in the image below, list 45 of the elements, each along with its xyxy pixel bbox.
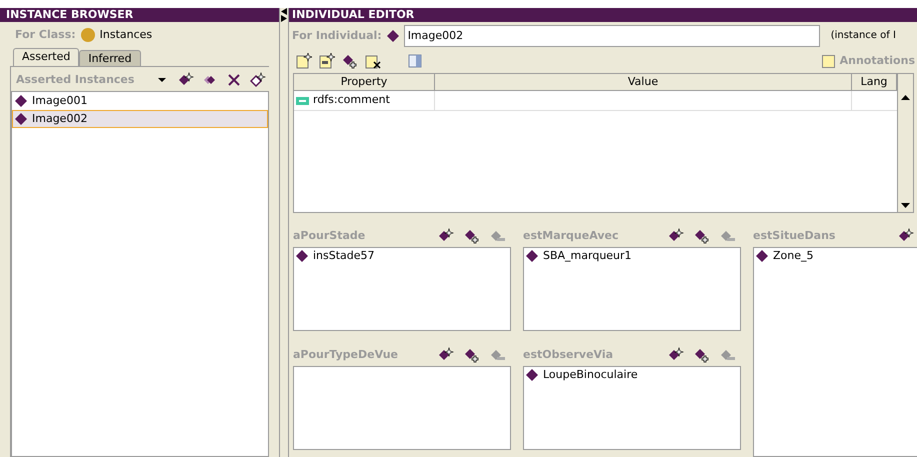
column-header[interactable]: Property: [294, 74, 435, 90]
scrollbar[interactable]: [897, 74, 913, 212]
property-label: estObserveVia: [523, 346, 614, 363]
class-icon: [80, 28, 95, 42]
value-item[interactable]: LoupeBinoculaire: [543, 366, 638, 384]
property-label: aPourTypeDeVue: [293, 346, 400, 363]
note-icon: [822, 54, 835, 68]
instance-of-text: (instance of I: [830, 29, 897, 44]
individual-icon: [526, 369, 538, 381]
for-individual-label: For Individual:: [292, 28, 382, 44]
instance-item[interactable]: Image002: [12, 110, 268, 128]
individual-name-field[interactable]: Image002: [404, 24, 820, 47]
individual-icon: [15, 95, 27, 107]
property-label: estMarqueAvec: [523, 228, 620, 244]
table-cell-text: rdfs:comment: [313, 92, 390, 108]
columns-icon[interactable]: [406, 52, 424, 70]
individual-icon: [526, 250, 538, 262]
column-header[interactable]: Value: [435, 74, 852, 90]
individual-icon: [386, 30, 399, 42]
add-value-icon[interactable]: [463, 346, 481, 364]
class-name: Instances: [100, 26, 152, 43]
list-title: Asserted Instances: [16, 72, 136, 88]
panel-title: INDIVIDUAL EDITOR: [289, 8, 917, 22]
tab[interactable]: Asserted: [13, 48, 80, 66]
individual-icon: [15, 113, 27, 125]
value-item[interactable]: SBA_marqueur1: [543, 248, 632, 264]
new-document-icon[interactable]: [318, 52, 336, 70]
annotations-label: Annotations: [840, 53, 916, 70]
add-individual-icon[interactable]: [341, 52, 359, 70]
individual-icon: [296, 250, 308, 262]
individual-icon: [756, 250, 768, 262]
new-note-icon[interactable]: [295, 52, 313, 70]
property-label: aPourStade: [293, 228, 366, 244]
panel-title: INSTANCE BROWSER: [0, 8, 279, 22]
add-value-icon[interactable]: [463, 227, 481, 245]
annotation-property-icon: [296, 96, 309, 105]
edit-instance-icon[interactable]: [249, 71, 267, 89]
instance-item[interactable]: Image001: [12, 92, 268, 110]
tab[interactable]: Inferred: [79, 50, 141, 66]
add-value-icon[interactable]: [693, 346, 711, 364]
property-label: estSitueDans: [753, 228, 836, 244]
for-class-label: For Class:: [15, 26, 76, 43]
value-item[interactable]: Zone_5: [773, 248, 814, 264]
value-item[interactable]: insStade57: [313, 248, 375, 264]
add-value-icon[interactable]: [693, 227, 711, 245]
